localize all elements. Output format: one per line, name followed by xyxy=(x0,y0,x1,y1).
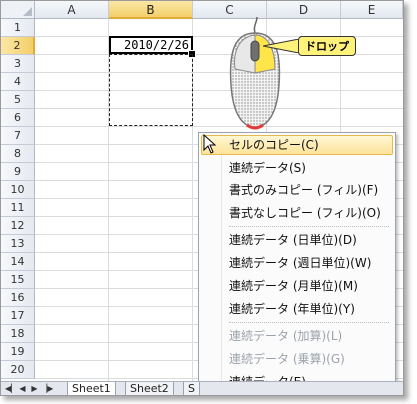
menu-item-copy-cells[interactable]: セルのコピー(C) xyxy=(229,135,319,155)
row-header-14[interactable]: 14 xyxy=(1,253,35,271)
mouse-right-button-icon xyxy=(229,16,281,130)
prev-sheet-icon[interactable]: ◀ xyxy=(17,383,28,394)
menu-item-growth-trend: 連続データ (乗算)(G) xyxy=(229,352,345,366)
next-sheet-icon[interactable]: ▶ xyxy=(29,383,40,394)
row-header-20[interactable]: 20 xyxy=(1,361,35,379)
callout-pointer xyxy=(263,39,300,53)
row-header-12[interactable]: 12 xyxy=(1,217,35,235)
first-sheet-icon[interactable]: ◀▏ xyxy=(5,383,17,394)
column-header-b[interactable]: B xyxy=(109,1,193,19)
column-header-e[interactable]: E xyxy=(341,1,403,19)
menu-item-fill-series[interactable]: 連続データ(S) xyxy=(229,158,306,178)
row-header-6[interactable]: 6 xyxy=(1,109,35,127)
row-header-4[interactable]: 4 xyxy=(1,73,35,91)
sheet-tab-2[interactable]: Sheet2 xyxy=(125,382,174,395)
drop-callout: ドロップ xyxy=(298,36,356,56)
row-header-5[interactable]: 5 xyxy=(1,91,35,109)
row-header-2[interactable]: 2 xyxy=(1,37,35,55)
menu-item-fill-years[interactable]: 連続データ (年単位)(Y) xyxy=(229,299,355,319)
menu-item-fill-days[interactable]: 連続データ (日単位)(D) xyxy=(229,230,357,250)
sheet-tab-bar: ◀▏ ◀ ▶ ▕▶ Sheet1 Sheet2 S xyxy=(1,381,403,395)
last-sheet-icon[interactable]: ▕▶ xyxy=(41,383,53,394)
row-header-3[interactable]: 3 xyxy=(1,55,35,73)
row-header-17[interactable]: 17 xyxy=(1,307,35,325)
row-header-8[interactable]: 8 xyxy=(1,145,35,163)
row-header-15[interactable]: 15 xyxy=(1,271,35,289)
sheet-tab-1[interactable]: Sheet1 xyxy=(67,382,116,395)
select-all-corner[interactable] xyxy=(1,1,35,19)
excel-window: A B C D E 1 2 3 4 5 6 7 8 9 10 11 12 13 … xyxy=(0,0,404,396)
menu-item-fill-months[interactable]: 連続データ (月単位)(M) xyxy=(229,276,358,296)
row-header-13[interactable]: 13 xyxy=(1,235,35,253)
menu-item-linear-trend: 連続データ (加算)(L) xyxy=(229,329,343,343)
menu-item-fill-weekdays[interactable]: 連続データ (週日単位)(W) xyxy=(229,253,371,273)
row-header-16[interactable]: 16 xyxy=(1,289,35,307)
row-header-1[interactable]: 1 xyxy=(1,19,35,37)
column-header-a[interactable]: A xyxy=(35,1,109,19)
fill-context-menu: セルのコピー(C) 連続データ(S) 書式のみコピー (フィル)(F) 書式なし… xyxy=(198,132,396,395)
row-header-9[interactable]: 9 xyxy=(1,163,35,181)
menu-item-fill-without-formatting[interactable]: 書式なしコピー (フィル)(O) xyxy=(229,203,381,223)
drag-fill-range xyxy=(109,54,193,126)
row-header-10[interactable]: 10 xyxy=(1,181,35,199)
row-header-19[interactable]: 19 xyxy=(1,343,35,361)
cell-b2[interactable]: 2010/2/26 xyxy=(109,36,193,54)
row-header-7[interactable]: 7 xyxy=(1,127,35,145)
row-header-11[interactable]: 11 xyxy=(1,199,35,217)
menu-item-fill-formats-only[interactable]: 書式のみコピー (フィル)(F) xyxy=(229,180,378,200)
sheet-tab-3[interactable]: S xyxy=(183,382,200,395)
arrow-cursor-icon xyxy=(203,134,217,154)
row-header-18[interactable]: 18 xyxy=(1,325,35,343)
